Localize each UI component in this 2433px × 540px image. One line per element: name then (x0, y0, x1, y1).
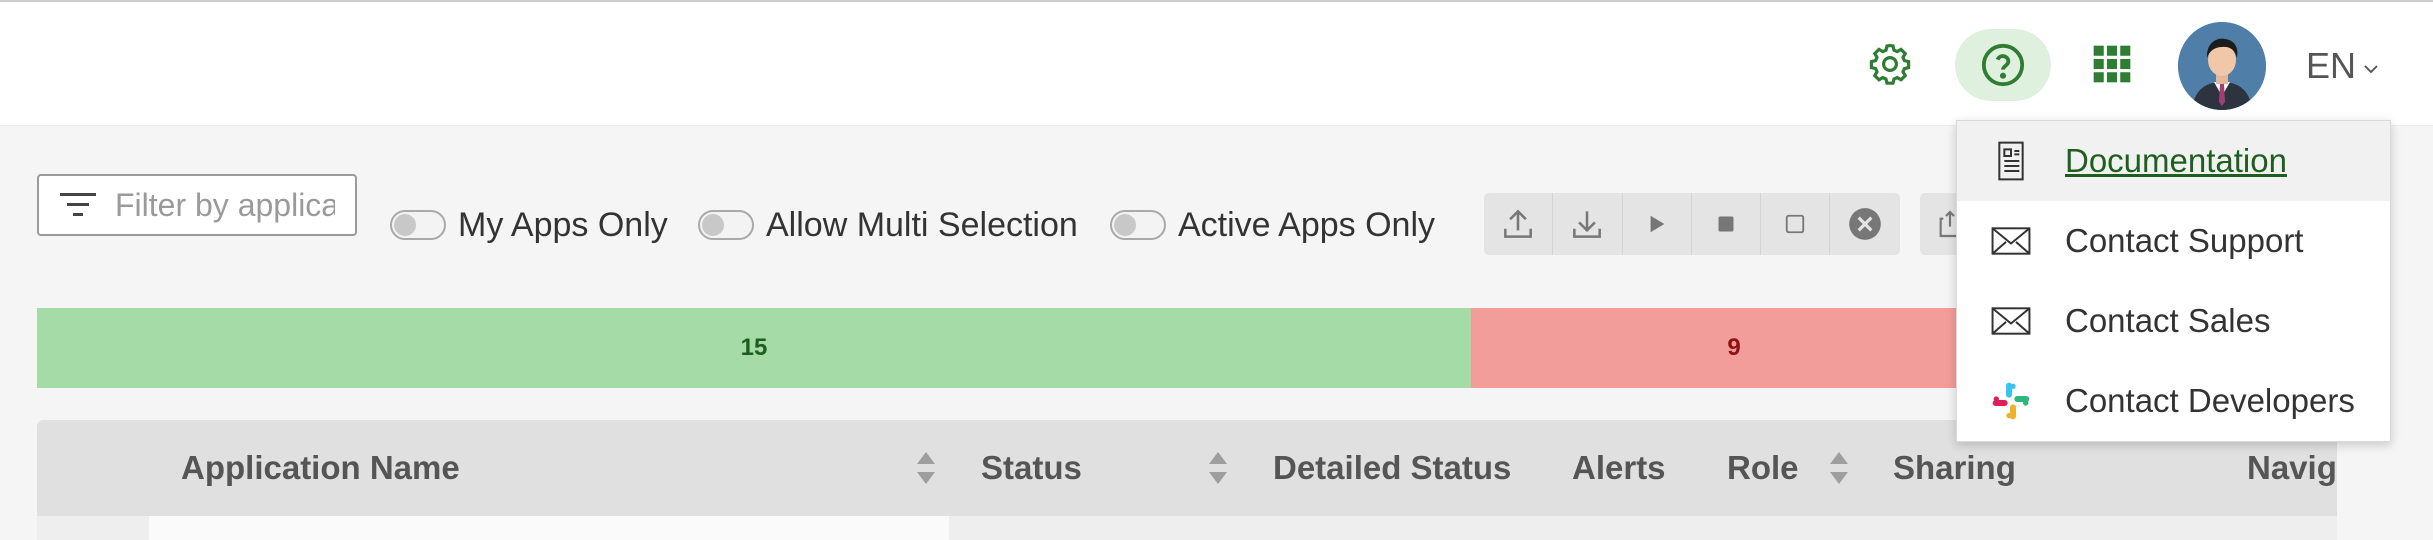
play-icon (1650, 215, 1665, 233)
toggle-allow-multi-selection[interactable]: Allow Multi Selection (698, 196, 1078, 254)
sort-icon[interactable] (915, 450, 937, 486)
document-icon (1991, 141, 2031, 181)
row-checkbox-cell (37, 516, 149, 540)
column-header-role[interactable]: Role (1727, 420, 1799, 516)
help-menu-item-contact-developers[interactable]: Contact Developers (1957, 361, 2390, 441)
help-menu-label: Contact Sales (2065, 302, 2271, 339)
square-icon (1786, 214, 1805, 234)
segment-count: 9 (1727, 334, 1741, 361)
help-question-icon[interactable] (1955, 29, 2051, 101)
segment-count: 15 (740, 334, 768, 361)
toggle-active-apps-only[interactable]: Active Apps Only (1110, 196, 1435, 254)
column-header-status[interactable]: Status (981, 420, 1082, 516)
help-menu-label: Contact Developers (2065, 382, 2355, 419)
download-button[interactable] (1553, 193, 1623, 255)
status-summary-bar: 15 9 (37, 308, 1997, 388)
column-label: Application Name (181, 449, 460, 486)
help-menu-item-contact-sales[interactable]: Contact Sales (1957, 281, 2390, 361)
stop-icon (1718, 216, 1734, 232)
help-menu-label: Contact Support (2065, 222, 2304, 259)
envelope-icon (1991, 221, 2031, 261)
toggle-switch[interactable] (390, 210, 446, 240)
filter-input[interactable] (115, 186, 335, 224)
settings-gear-icon[interactable] (1858, 32, 1922, 96)
table-row[interactable] (149, 516, 949, 540)
toggle-switch[interactable] (698, 210, 754, 240)
column-label: Detailed Status (1273, 449, 1512, 486)
app-actions-toolbar (1484, 193, 1900, 255)
toggle-label: Allow Multi Selection (766, 205, 1078, 244)
square-button[interactable] (1761, 193, 1831, 255)
chevron-down-icon (2362, 45, 2380, 87)
help-menu-item-contact-support[interactable]: Contact Support (1957, 201, 2390, 281)
user-avatar[interactable] (2178, 22, 2266, 110)
language-selector[interactable]: EN (2306, 42, 2380, 90)
help-menu: Documentation Contact Support Contact Sa… (1956, 120, 2391, 442)
close-circle-icon (1849, 208, 1881, 240)
slack-icon (1991, 381, 2031, 421)
sort-icon[interactable] (1828, 450, 1850, 486)
play-button[interactable] (1623, 193, 1692, 255)
upload-button[interactable] (1484, 193, 1554, 255)
filter-field[interactable] (37, 174, 357, 236)
status-segment-stopped[interactable]: 9 (1471, 308, 1997, 388)
column-label: Alerts (1572, 449, 1666, 486)
sort-icon[interactable] (1207, 450, 1229, 486)
apps-grid-icon[interactable] (2080, 32, 2144, 96)
upload-icon (1504, 209, 1533, 238)
top-bar: EN (0, 0, 2433, 126)
toggle-switch[interactable] (1110, 210, 1166, 240)
download-icon (1573, 211, 1602, 238)
help-menu-label: Documentation (2065, 142, 2287, 179)
close-button[interactable] (1830, 193, 1899, 255)
column-label: Navig (2247, 449, 2337, 486)
help-menu-item-documentation[interactable]: Documentation (1957, 121, 2390, 201)
column-header-detailed-status[interactable]: Detailed Status (1273, 420, 1511, 516)
table-row-cell (949, 516, 2337, 540)
envelope-icon (1991, 301, 2031, 341)
status-segment-running[interactable]: 15 (37, 308, 1471, 388)
column-label: Sharing (1893, 449, 2016, 486)
stop-button[interactable] (1692, 193, 1762, 255)
toggle-label: Active Apps Only (1178, 205, 1436, 244)
language-label: EN (2306, 45, 2357, 86)
toggle-my-apps-only[interactable]: My Apps Only (390, 196, 668, 254)
column-label: Status (981, 449, 1082, 486)
filter-icon (47, 191, 109, 219)
column-header-application-name[interactable]: Application Name (181, 420, 460, 516)
column-label: Role (1727, 449, 1799, 486)
toggle-label: My Apps Only (458, 205, 668, 244)
column-header-alerts[interactable]: Alerts (1572, 420, 1666, 516)
